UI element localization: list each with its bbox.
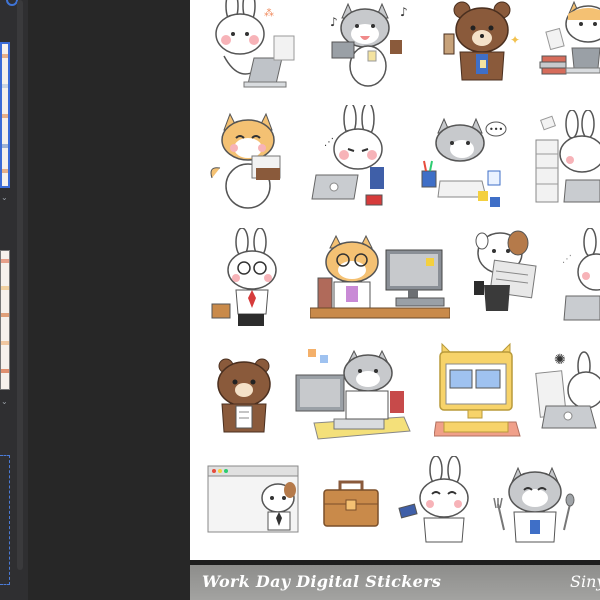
svg-text:♪: ♪ [330, 15, 338, 29]
svg-text:✦: ✦ [510, 33, 520, 47]
dog-newspaper-icon[interactable] [470, 225, 540, 325]
bunny-laptop-icon[interactable]: ⁂ [204, 0, 304, 96]
gray-cat-fork-spoon-icon[interactable] [490, 460, 580, 548]
footer-banner: Work Day Digital Stickers Sinyo [190, 565, 600, 600]
orange-cat-papers-icon[interactable] [208, 108, 298, 213]
pages-panel: ⌄ ⌄ [0, 0, 29, 600]
bunny-card-icon[interactable] [396, 456, 476, 546]
workspace-area [28, 0, 190, 600]
svg-text:⋰: ⋰ [324, 137, 334, 148]
cat-desk-books-icon[interactable] [538, 0, 600, 91]
briefcase-icon[interactable] [320, 478, 382, 533]
bunny-glasses-briefcase-icon[interactable] [210, 228, 300, 333]
svg-text:•••: ••• [489, 125, 503, 134]
bear-notepad-icon[interactable] [212, 356, 282, 436]
bear-bubble-tea-icon[interactable]: ✦ [440, 0, 530, 90]
cat-monitor-icon[interactable] [434, 342, 524, 442]
gray-cat-keyboard-icon[interactable] [294, 345, 414, 440]
chevron-down-icon[interactable]: ⌄ [1, 194, 8, 202]
page-thumbnail-1[interactable] [0, 42, 10, 188]
page-thumbnail-2[interactable] [0, 250, 10, 390]
footer-shop-name: Sinyo [570, 572, 600, 591]
browser-window-dog-icon[interactable] [206, 462, 306, 537]
design-canvas[interactable]: ⁂ ♪ ♪ ✦ ⋰ ••• ⋰ ✺ [190, 0, 600, 560]
add-page-dropzone[interactable] [0, 455, 10, 585]
bunny-paper-stacks-icon[interactable] [532, 110, 600, 210]
bunny-papers-laptop-icon[interactable]: ✺ [534, 344, 600, 440]
svg-text:♪: ♪ [400, 5, 408, 19]
thumbnail-content-icon [1, 259, 9, 373]
svg-text:⋰: ⋰ [562, 254, 572, 265]
pages-scrollbar[interactable] [17, 0, 23, 570]
footer-title: Work Day Digital Stickers [202, 572, 442, 591]
bunny-laptop-edge-icon[interactable]: ⋰ [560, 228, 600, 323]
chevron-down-icon[interactable]: ⌄ [1, 398, 8, 406]
svg-text:⁂: ⁂ [264, 7, 274, 19]
gray-cat-coffee-icon[interactable]: ♪♪ [320, 0, 420, 96]
cat-glasses-computer-icon[interactable] [310, 228, 450, 323]
thumbnail-content-icon [2, 54, 8, 173]
bunny-laptop-thinking-icon[interactable]: ⋰ [310, 105, 400, 215]
gray-cat-writing-icon[interactable]: ••• [418, 115, 518, 215]
svg-text:✺: ✺ [554, 352, 566, 368]
